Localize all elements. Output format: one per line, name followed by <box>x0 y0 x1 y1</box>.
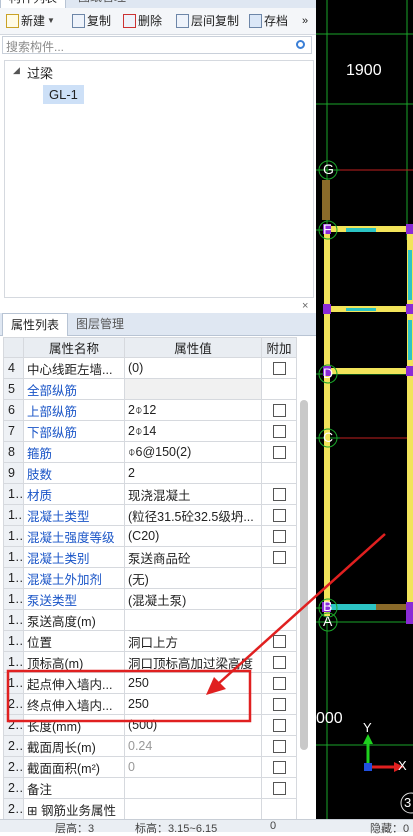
annotation-overlay <box>6 533 386 723</box>
status-floor-height: 层高：3 <box>55 823 95 835</box>
status-count: 0 <box>270 820 277 832</box>
status-hidden: 隐藏：0 <box>370 823 410 835</box>
annotation-arrow <box>217 533 386 685</box>
status-bar: 层高：3 标高：3.15~6.15 0 隐藏：0 <box>0 819 413 835</box>
status-elevation: 标高：3.15~6.15 <box>135 823 218 835</box>
